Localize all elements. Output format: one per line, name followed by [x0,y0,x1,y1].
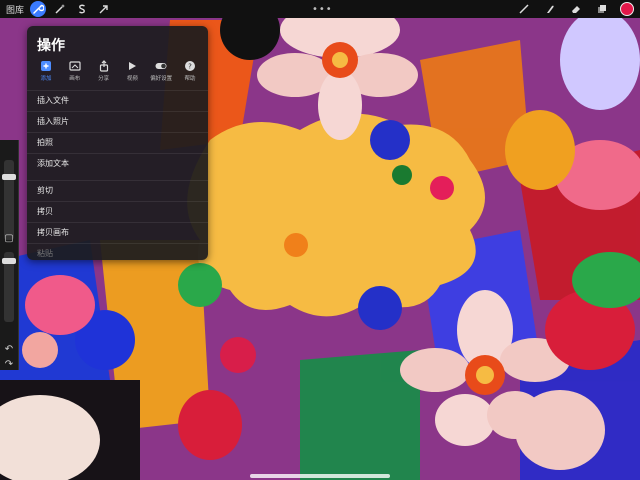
actions-menu: 插入文件 插入照片 拍照 添加文本 剪切 拷贝 拷贝画布 粘贴 [27,90,208,264]
video-icon [129,62,137,70]
actions-wrench-button[interactable] [30,1,47,17]
copy-canvas-item[interactable]: 拷贝画布 [27,222,208,243]
wrench-icon [33,4,45,14]
insert-photo-item[interactable]: 插入照片 [27,111,208,132]
redo-icon[interactable]: ↷ [3,359,15,371]
layers-button[interactable] [594,1,610,17]
brush-button[interactable] [516,1,532,17]
magic-wand-icon [55,4,66,14]
tab-add[interactable]: 添加 [33,60,59,82]
actions-tabs: 添加 画布 分享 视频 偏好设置 ? 帮助 [33,60,203,82]
brush-icon [519,4,529,14]
left-sidebar: ▢ ↶ ↷ [0,140,19,370]
add-icon [41,61,51,71]
cut-item[interactable]: 剪切 [27,180,208,201]
tab-help[interactable]: ? 帮助 [177,60,203,82]
share-icon [99,60,108,72]
eraser-button[interactable] [568,1,584,17]
color-swatch-button[interactable] [620,2,634,16]
paste-item[interactable]: 粘贴 [27,243,208,264]
undo-icon[interactable]: ↶ [3,344,15,356]
eraser-icon [572,6,580,13]
toggle-icon [155,63,167,69]
more-options-handle[interactable]: ••• [312,0,333,18]
layers-icon [598,5,606,13]
canvas-icon [69,61,81,71]
tab-preferences[interactable]: 偏好设置 [148,60,174,82]
actions-panel: 操作 添加 画布 分享 视频 偏好设置 ? 帮助 插入文件 插入照片 拍照 添加… [27,26,208,260]
add-text-item[interactable]: 添加文本 [27,153,208,174]
arrow-cursor-icon [99,5,108,14]
panel-title: 操作 [37,38,65,54]
opacity-thumb[interactable] [2,258,16,264]
tab-canvas[interactable]: 画布 [62,60,88,82]
copy-item[interactable]: 拷贝 [27,201,208,222]
smudge-button[interactable] [542,1,558,17]
insert-file-item[interactable]: 插入文件 [27,90,208,111]
selection-button[interactable] [74,1,90,17]
help-icon: ? [184,61,195,71]
home-indicator[interactable] [250,474,390,478]
tab-video[interactable]: 视频 [119,60,145,82]
transform-button[interactable] [96,1,112,17]
smudge-finger-icon [547,5,554,13]
selection-s-icon [79,4,85,14]
modify-square-icon[interactable]: ▢ [3,233,15,245]
adjustments-button[interactable] [52,1,68,17]
tab-share[interactable]: 分享 [91,60,117,82]
brush-size-thumb[interactable] [2,174,16,180]
top-toolbar: 图库 ••• [0,0,640,18]
svg-text:?: ? [188,63,192,71]
gallery-button[interactable]: 图库 [6,3,24,16]
take-photo-item[interactable]: 拍照 [27,132,208,153]
brush-size-slider[interactable] [4,160,14,240]
